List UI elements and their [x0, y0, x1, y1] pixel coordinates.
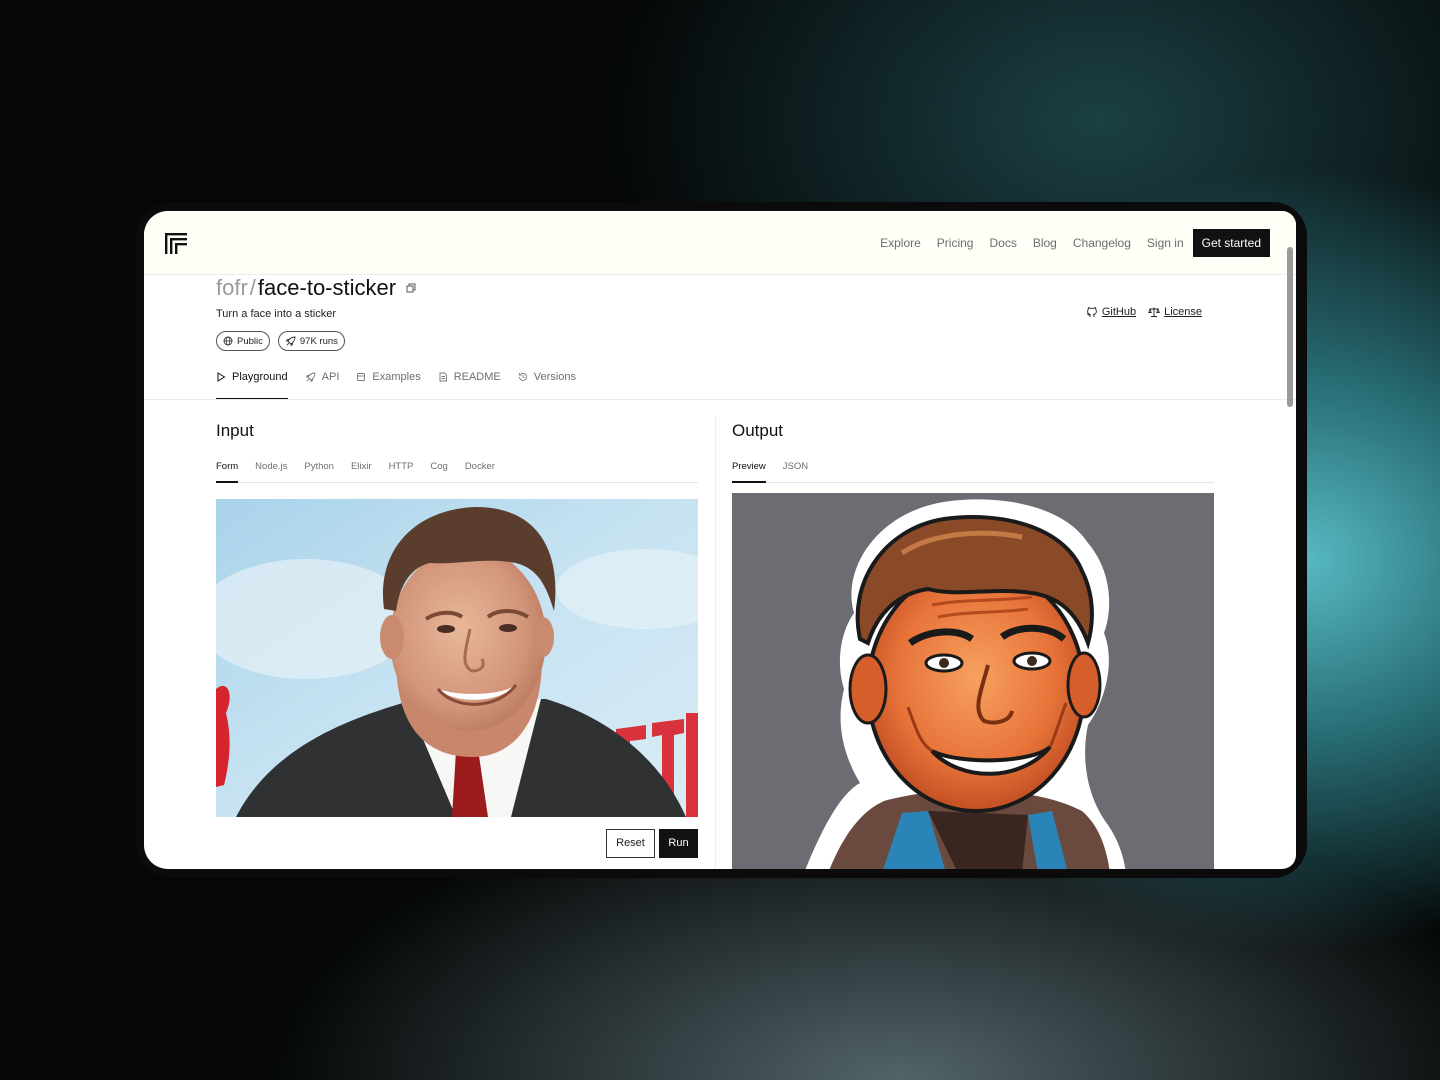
tab-api-label: API	[321, 371, 340, 383]
input-subtabs: Form Node.js Python Elixir HTTP Cog Dock…	[216, 461, 698, 483]
license-link[interactable]: License	[1148, 306, 1202, 318]
input-tab-docker[interactable]: Docker	[465, 461, 495, 483]
page-scrollbar[interactable]	[1287, 247, 1293, 407]
output-tab-json[interactable]: JSON	[783, 461, 808, 483]
tab-api[interactable]: API	[305, 371, 340, 400]
replicate-logo-icon[interactable]	[164, 231, 188, 255]
repo-description: Turn a face into a sticker	[216, 308, 337, 320]
github-link[interactable]: GitHub	[1086, 306, 1136, 318]
repo-badges: Public 97K runs	[216, 331, 353, 351]
browser-screen: Explore Pricing Docs Blog Changelog Sign…	[144, 211, 1296, 869]
license-link-label: License	[1164, 306, 1202, 318]
repo-owner-link[interactable]: fofr	[216, 275, 248, 301]
input-tab-http[interactable]: HTTP	[389, 461, 414, 483]
nav-changelog[interactable]: Changelog	[1073, 229, 1131, 257]
globe-icon	[223, 336, 233, 346]
section-divider	[144, 399, 1296, 400]
get-started-button[interactable]: Get started	[1192, 229, 1270, 257]
input-tab-python[interactable]: Python	[304, 461, 334, 483]
output-image[interactable]	[732, 493, 1214, 869]
output-tab-preview[interactable]: Preview	[732, 461, 766, 483]
history-icon	[518, 373, 527, 381]
file-icon	[439, 372, 447, 382]
input-tab-nodejs[interactable]: Node.js	[255, 461, 287, 483]
input-image[interactable]	[216, 499, 698, 817]
visibility-label: Public	[237, 335, 263, 347]
tab-readme-label: README	[453, 371, 501, 383]
top-navigation: Explore Pricing Docs Blog Changelog Sign…	[144, 211, 1296, 275]
input-tab-cog[interactable]: Cog	[430, 461, 447, 483]
repo-links: GitHub License	[1074, 306, 1202, 318]
github-link-label: GitHub	[1101, 306, 1137, 318]
nav-docs[interactable]: Docs	[989, 229, 1016, 257]
input-tab-elixir[interactable]: Elixir	[351, 461, 372, 483]
scale-icon	[1148, 307, 1160, 317]
repo-separator: /	[249, 275, 256, 300]
repo-name: face-to-sticker	[257, 275, 397, 300]
tab-readme[interactable]: README	[438, 371, 501, 400]
tab-playground[interactable]: Playground	[216, 371, 288, 400]
runs-badge: 97K runs	[277, 331, 345, 351]
copy-icon[interactable]	[406, 283, 416, 293]
tab-examples[interactable]: Examples	[356, 371, 421, 400]
nav-explore[interactable]: Explore	[880, 229, 921, 257]
page-title: fofr / face-to-sticker	[216, 275, 416, 301]
column-divider	[715, 416, 716, 869]
visibility-badge: Public	[216, 331, 270, 351]
rocket-icon	[305, 372, 316, 383]
tab-playground-label: Playground	[232, 371, 288, 383]
nav-pricing[interactable]: Pricing	[937, 229, 974, 257]
nav-blog[interactable]: Blog	[1033, 229, 1057, 257]
output-heading: Output	[732, 421, 784, 440]
input-tab-form[interactable]: Form	[216, 461, 239, 483]
output-subtabs: Preview JSON	[732, 461, 1214, 483]
run-button[interactable]: Run	[659, 829, 698, 858]
model-tabs: Playground API Examples README Versions	[216, 371, 1213, 400]
book-icon	[357, 373, 366, 381]
play-icon	[217, 372, 226, 382]
github-icon	[1086, 307, 1097, 317]
main-nav: Explore Pricing Docs Blog Changelog Sign…	[864, 229, 1270, 257]
sticker-art	[805, 499, 1126, 869]
rocket-icon	[285, 336, 296, 346]
reset-button[interactable]: Reset	[606, 829, 655, 858]
tab-versions[interactable]: Versions	[518, 371, 576, 400]
tab-versions-label: Versions	[533, 371, 576, 383]
runs-label: 97K runs	[299, 335, 338, 347]
input-heading: Input	[216, 421, 254, 440]
tab-examples-label: Examples	[372, 371, 421, 383]
nav-sign-in[interactable]: Sign in	[1147, 229, 1184, 257]
input-photo-art	[216, 499, 698, 817]
